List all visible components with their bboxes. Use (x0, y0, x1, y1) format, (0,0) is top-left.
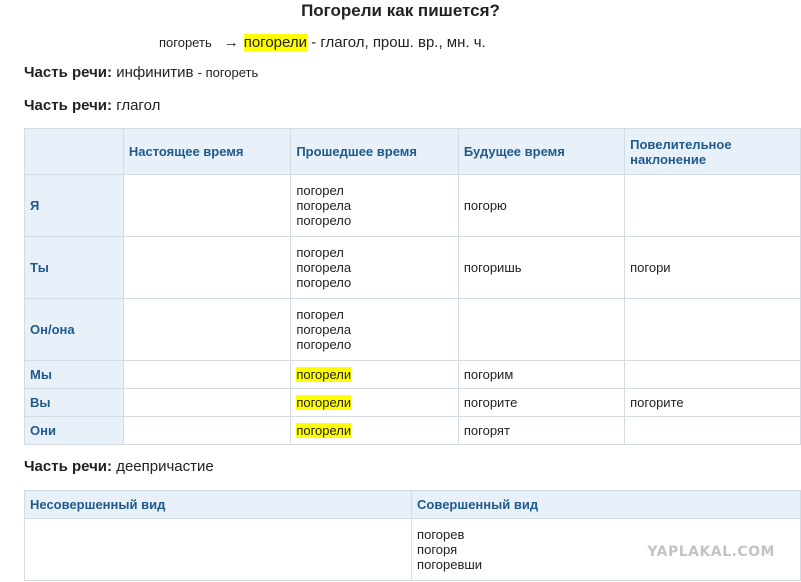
highlighted-form: погорели (296, 395, 352, 410)
past-form: погорел (296, 245, 344, 260)
highlighted-form: погорели (243, 34, 307, 51)
header-perfective: Совершенный вид (411, 490, 801, 519)
present-cell (122, 236, 292, 299)
imperative-cell (624, 174, 801, 237)
past-form: погорела (296, 260, 352, 275)
gerund-form: погорев (417, 527, 465, 542)
table-row: Они погорели погорят (24, 416, 801, 445)
future-cell: погорим (457, 360, 626, 389)
arrow-icon: → (223, 34, 239, 51)
future-cell: погорю (457, 174, 626, 237)
table-header-row: Настоящее время Прошедшее время Будущее … (24, 128, 801, 175)
person-cell: Я (24, 174, 124, 237)
future-cell: погоришь (457, 236, 626, 299)
pos-label: Часть речи: (24, 64, 113, 81)
header-present: Настоящее время (122, 128, 292, 175)
past-cell: погорел погорела погорело (290, 174, 459, 237)
imperative-cell (624, 298, 801, 361)
future-cell: погорите (457, 388, 626, 417)
pos-gerund: Часть речи: деепричастие (24, 458, 214, 475)
past-cell: погорели (290, 360, 459, 389)
past-cell: погорел погорела погорело (290, 298, 459, 361)
header-past: Прошедшее время (290, 128, 459, 175)
pos-value: глагол (116, 97, 161, 114)
table-row: Я погорел погорела погорело погорю (24, 174, 801, 237)
future-cell: погорят (457, 416, 626, 445)
future-cell (457, 298, 626, 361)
person-cell: Он/она (24, 298, 124, 361)
past-cell: погорели (290, 388, 459, 417)
past-cell: погорели (290, 416, 459, 445)
present-cell (122, 416, 292, 445)
header-imperative: Повелительное наклонение (624, 128, 801, 175)
past-form: погорела (296, 322, 352, 337)
person-cell: Они (24, 416, 124, 445)
table-row: Он/она погорел погорела погорело (24, 298, 801, 361)
person-cell: Мы (24, 360, 124, 389)
person-cell: Ты (24, 236, 124, 299)
imperfective-cell (23, 518, 413, 581)
past-cell: погорел погорела погорело (290, 236, 459, 299)
header-cell-empty (24, 128, 124, 175)
present-cell (122, 298, 292, 361)
highlighted-form: погорели (296, 423, 352, 438)
past-form: погорело (296, 213, 352, 228)
page: Погорели как пишется? погореть → погорели … (0, 0, 801, 582)
gerund-table: Несовершенный вид Совершенный вид погоре… (23, 490, 801, 581)
infinitive-text: погореть (159, 35, 212, 50)
present-cell (122, 174, 292, 237)
conjugation-table: Настоящее время Прошедшее время Будущее … (24, 128, 801, 445)
page-title: Погорели как пишется? (301, 1, 500, 20)
pos-extra: - погореть (197, 65, 259, 80)
table-row: Мы погорели погорим (24, 360, 801, 389)
pos-infinitive: Часть речи: инфинитив - погореть (24, 64, 258, 81)
past-form: погорела (296, 198, 352, 213)
pos-verb: Часть речи: глагол (24, 97, 160, 114)
imperative-cell (624, 416, 801, 445)
past-form: погорел (296, 307, 344, 322)
table-header-row: Несовершенный вид Совершенный вид (23, 490, 801, 519)
table-row: Вы погорели погорите погорите (24, 388, 801, 417)
highlighted-form: погорели (296, 367, 352, 382)
pos-value: деепричастие (116, 458, 214, 475)
imperative-cell (624, 360, 801, 389)
pos-value: инфинитив (116, 64, 194, 81)
past-form: погорело (296, 275, 352, 290)
form-description: - глагол, прош. вр., мн. ч. (311, 34, 486, 51)
table-row: Ты погорел погорела погорело погоришь по… (24, 236, 801, 299)
word-line: погореть → погорели - глагол, прош. вр., м… (159, 34, 486, 51)
person-cell: Вы (24, 388, 124, 417)
header-imperfective: Несовершенный вид (23, 490, 413, 519)
present-cell (122, 388, 292, 417)
imperative-cell: погори (624, 236, 801, 299)
pos-label: Часть речи: (24, 458, 113, 475)
past-form: погорело (296, 337, 352, 352)
past-form: погорел (296, 183, 344, 198)
watermark: YAPLAKAL.COM (647, 544, 775, 560)
present-cell (122, 360, 292, 389)
pos-label: Часть речи: (24, 97, 113, 114)
imperative-cell: погорите (624, 388, 801, 417)
header-future: Будущее время (457, 128, 626, 175)
